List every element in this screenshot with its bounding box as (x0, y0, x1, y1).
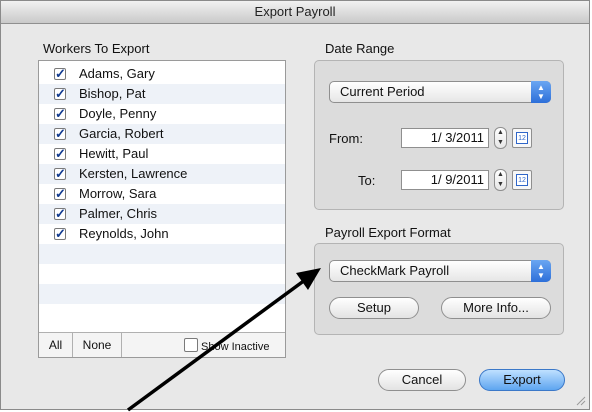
annotation-arrow-icon (126, 268, 321, 412)
